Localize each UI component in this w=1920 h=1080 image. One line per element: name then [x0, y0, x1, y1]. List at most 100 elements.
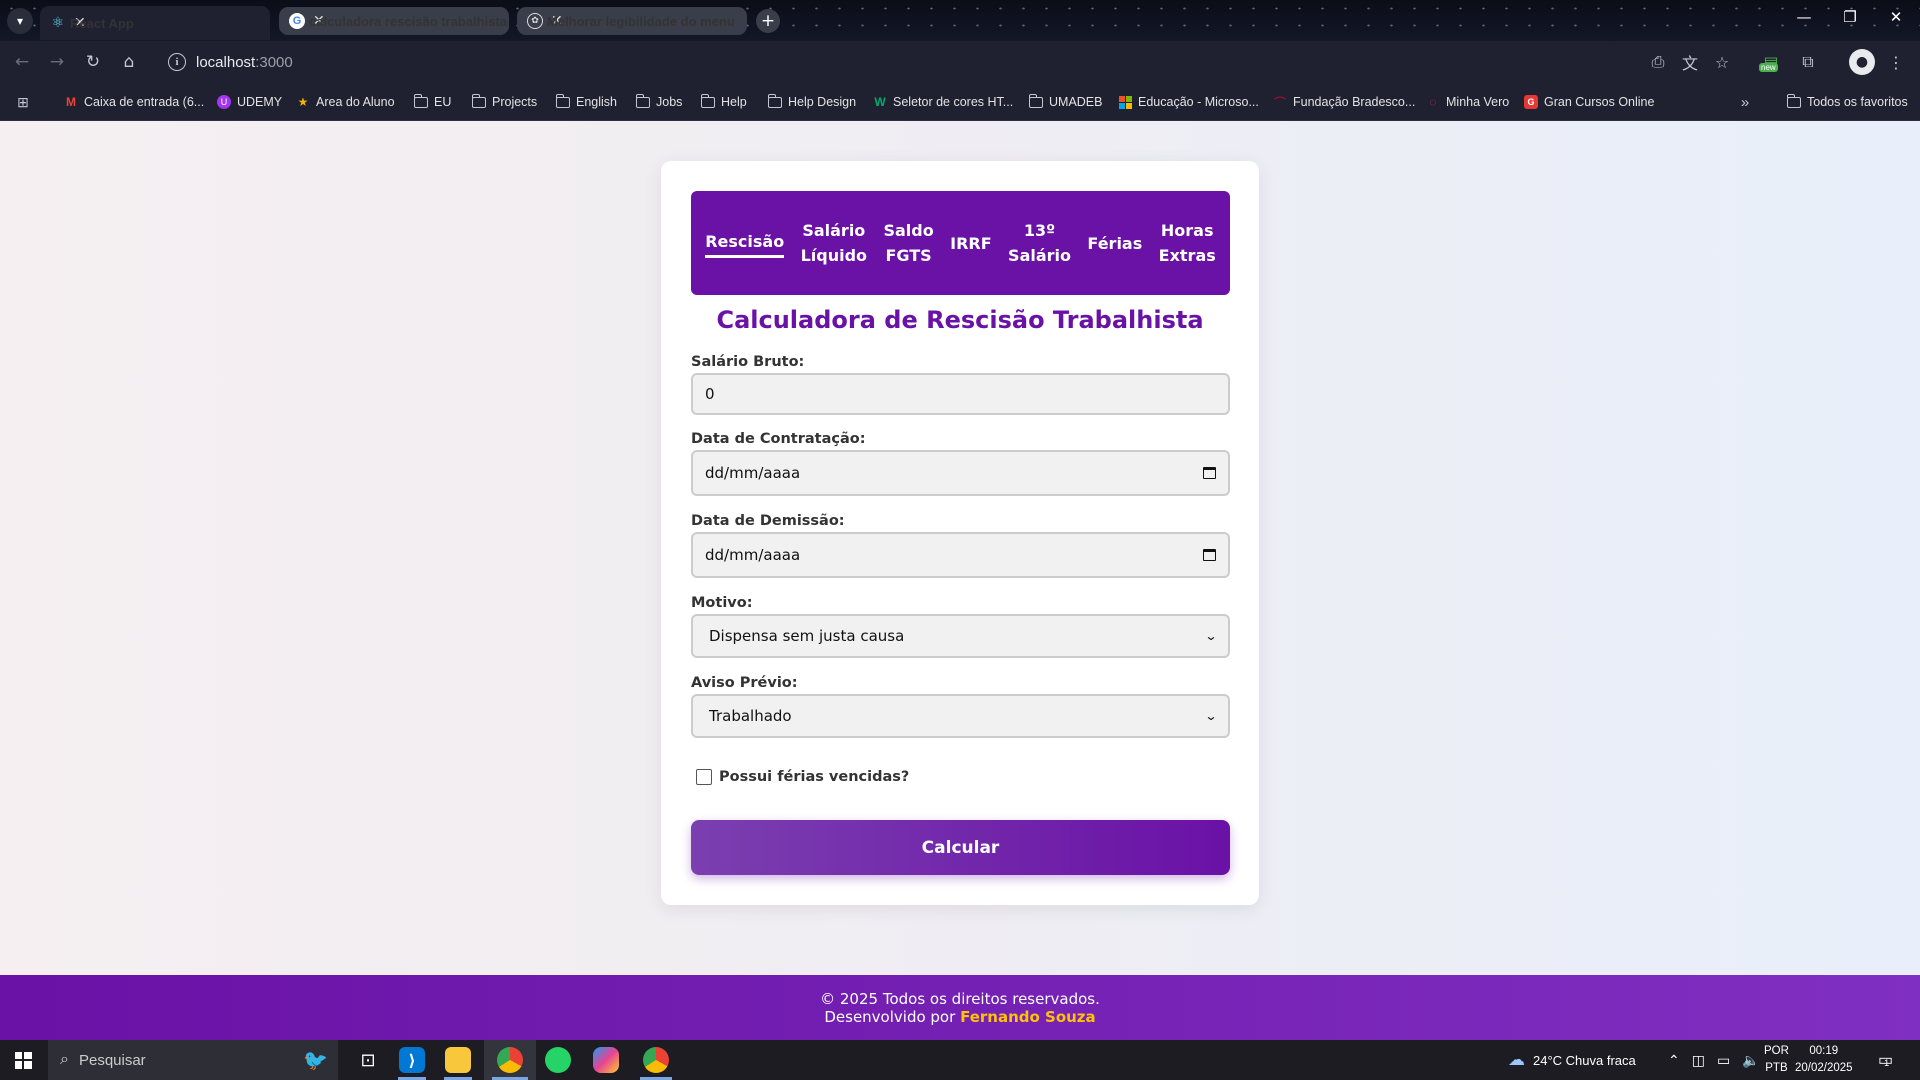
bookmark-label: Gran Cursos Online — [1544, 95, 1655, 109]
bookmark-minha-vero[interactable]: ◌ Minha Vero — [1426, 92, 1509, 112]
reload-icon[interactable]: ↻ — [81, 50, 105, 74]
chrome-icon[interactable] — [484, 1040, 536, 1080]
address-bar[interactable]: i localhost:3000 — [158, 46, 1626, 78]
react-icon: ⚛ — [51, 15, 65, 31]
chevron-down-icon: ⌄ — [1204, 709, 1218, 723]
extensions-icon[interactable]: ⧉ — [1796, 50, 1820, 74]
tab-label: calculadora rescisão trabalhista — [309, 13, 507, 29]
close-window-icon[interactable]: ✕ — [1873, 8, 1919, 26]
start-button[interactable] — [0, 1040, 46, 1080]
demissao-label: Data de Demissão: — [691, 513, 845, 529]
menu-item-13-salario[interactable]: 13º Salário — [1008, 218, 1071, 268]
tab-react-app[interactable]: ⚛ React App ✕ — [40, 6, 270, 40]
site-info-icon[interactable]: i — [168, 53, 186, 71]
volume-icon[interactable]: 🔈 — [1742, 1052, 1759, 1069]
bookmarks-bar: ⊞ M Caixa de entrada (6... U UDEMY ★ Area d… — [0, 83, 1920, 121]
tab-search-button[interactable]: ▾ — [7, 8, 33, 34]
app-page: Rescisão Salário Líquido Saldo FGTS IRRF… — [0, 121, 1920, 975]
all-bookmarks-folder[interactable]: Todos os favoritos — [1786, 92, 1908, 112]
salario-input[interactable]: 0 — [691, 373, 1230, 415]
tab-strip: ▾ ⚛ React App ✕ G calculadora rescisão t… — [0, 0, 1920, 41]
chrome-profile-icon[interactable] — [632, 1040, 680, 1080]
motivo-value: Dispensa sem justa causa — [709, 627, 905, 645]
contratacao-date-input[interactable]: dd/mm/aaaa — [691, 450, 1230, 496]
bookmark-gran-cursos[interactable]: G Gran Cursos Online — [1524, 92, 1654, 112]
bookmark-eu[interactable]: EU — [413, 92, 452, 112]
menu-item-horas-extras[interactable]: Horas Extras — [1159, 218, 1216, 268]
taskbar-clock[interactable]: 00:19 20/02/2025 — [1795, 1043, 1853, 1077]
back-icon[interactable]: ← — [10, 50, 34, 74]
folder-icon — [555, 93, 570, 109]
task-view-icon[interactable]: ⊡ — [346, 1040, 390, 1080]
menu-item-ferias[interactable]: Férias — [1087, 231, 1142, 256]
apps-grid-icon[interactable]: ⊞ — [16, 92, 30, 112]
file-explorer-icon[interactable] — [436, 1040, 480, 1080]
bookmark-seletor-cores[interactable]: W Seletor de cores HT... — [873, 92, 1013, 112]
bookmark-fundacao-bradesco[interactable]: ⌒ Fundação Bradesco... — [1273, 92, 1415, 112]
tab-calculadora[interactable]: G calculadora rescisão trabalhista ✕ — [279, 7, 509, 35]
tab-melhorar[interactable]: ✿ Melhorar legibilidade do menu ✕ — [517, 7, 747, 35]
gmail-icon: M — [66, 95, 76, 109]
home-icon[interactable]: ⌂ — [117, 50, 141, 74]
folder-icon — [767, 93, 782, 109]
bradesco-icon: ⌒ — [1273, 95, 1286, 110]
motivo-select[interactable]: Dispensa sem justa causa ⌄ — [691, 614, 1230, 658]
calendar-icon[interactable] — [1203, 549, 1216, 561]
clock-time: 00:19 — [1809, 1045, 1839, 1057]
ferias-vencidas-checkbox[interactable] — [696, 769, 712, 785]
bookmark-umadeb[interactable]: UMADEB — [1028, 92, 1102, 112]
bookmark-label: EU — [434, 95, 452, 109]
url-host: localhost — [196, 53, 256, 71]
bookmark-label: Todos os favoritos — [1807, 95, 1908, 109]
menu-item-rescisao[interactable]: Rescisão — [705, 229, 785, 258]
calcular-button[interactable]: Calcular — [691, 820, 1230, 875]
rain-cloud-icon: ☁ — [1508, 1050, 1525, 1069]
footer-copyright: © 2025 Todos os direitos reservados. — [820, 989, 1100, 1008]
vscode-icon[interactable]: ⟩ — [390, 1040, 434, 1080]
notification-center-icon[interactable]: ▭ 1 — [1878, 1040, 1893, 1080]
chevron-up-icon[interactable]: ⌃ — [1668, 1052, 1680, 1069]
bookmark-english[interactable]: English — [555, 92, 617, 112]
footer-prefix: Desenvolvido por — [824, 1007, 956, 1026]
restore-icon[interactable]: ❐ — [1827, 8, 1873, 26]
install-app-icon[interactable]: ⎙ — [1646, 50, 1670, 74]
forward-icon[interactable]: → — [45, 50, 69, 74]
bookmark-projects[interactable]: Projects — [471, 92, 537, 112]
demissao-date-input[interactable]: dd/mm/aaaa — [691, 532, 1230, 578]
translate-icon[interactable]: 文 — [1678, 50, 1702, 74]
bookmark-area-aluno[interactable]: ★ Area do Aluno — [296, 92, 395, 112]
whatsapp-icon[interactable] — [536, 1040, 580, 1080]
camera-icon[interactable]: ◫ — [1692, 1052, 1705, 1069]
bookmark-star-icon[interactable]: ☆ — [1710, 50, 1734, 74]
bookmark-jobs[interactable]: Jobs — [635, 92, 682, 112]
motivo-label: Motivo: — [691, 595, 753, 611]
copilot-icon[interactable] — [584, 1040, 628, 1080]
contratacao-value: dd/mm/aaaa — [705, 464, 801, 482]
bookmark-gmail[interactable]: M Caixa de entrada (6... — [64, 92, 204, 112]
bookmark-help[interactable]: Help — [700, 92, 747, 112]
bookmark-help-design[interactable]: Help Design — [767, 92, 856, 112]
more-bookmarks-icon[interactable]: » — [1738, 92, 1752, 112]
network-icon[interactable]: ▭ — [1717, 1052, 1730, 1069]
menu-item-salario-liquido[interactable]: Salário Líquido — [801, 218, 867, 268]
calendar-icon[interactable] — [1203, 467, 1216, 479]
profile-avatar[interactable]: ● — [1849, 49, 1875, 75]
bookmark-educacao-microsoft[interactable]: Educação - Microso... — [1118, 92, 1259, 112]
aviso-select[interactable]: Trabalhado ⌄ — [691, 694, 1230, 738]
bookmark-udemy[interactable]: U UDEMY — [217, 92, 282, 112]
footer-author[interactable]: Fernando Souza — [960, 1008, 1096, 1026]
taskbar-search[interactable]: ⌕ Pesquisar 🐦 — [48, 1040, 338, 1080]
w-icon: W — [874, 95, 886, 109]
calculator-card: Rescisão Salário Líquido Saldo FGTS IRRF… — [661, 161, 1259, 905]
weather-widget[interactable]: ☁ 24°C Chuva fraca — [1508, 1040, 1636, 1080]
more-menu-icon[interactable]: ⋮ — [1884, 50, 1908, 74]
calculator-menu: Rescisão Salário Líquido Saldo FGTS IRRF… — [691, 191, 1230, 295]
new-tab-button[interactable]: + — [756, 9, 780, 33]
url-text: localhost:3000 — [196, 54, 293, 71]
language-indicator[interactable]: POR PTB — [1764, 1043, 1789, 1077]
bookmark-label: Seletor de cores HT... — [893, 95, 1014, 109]
menu-item-saldo-fgts[interactable]: Saldo FGTS — [883, 218, 933, 268]
ferias-vencidas-label[interactable]: Possui férias vencidas? — [719, 769, 909, 785]
menu-item-irrf[interactable]: IRRF — [950, 231, 992, 256]
minimize-icon[interactable]: — — [1781, 8, 1827, 26]
